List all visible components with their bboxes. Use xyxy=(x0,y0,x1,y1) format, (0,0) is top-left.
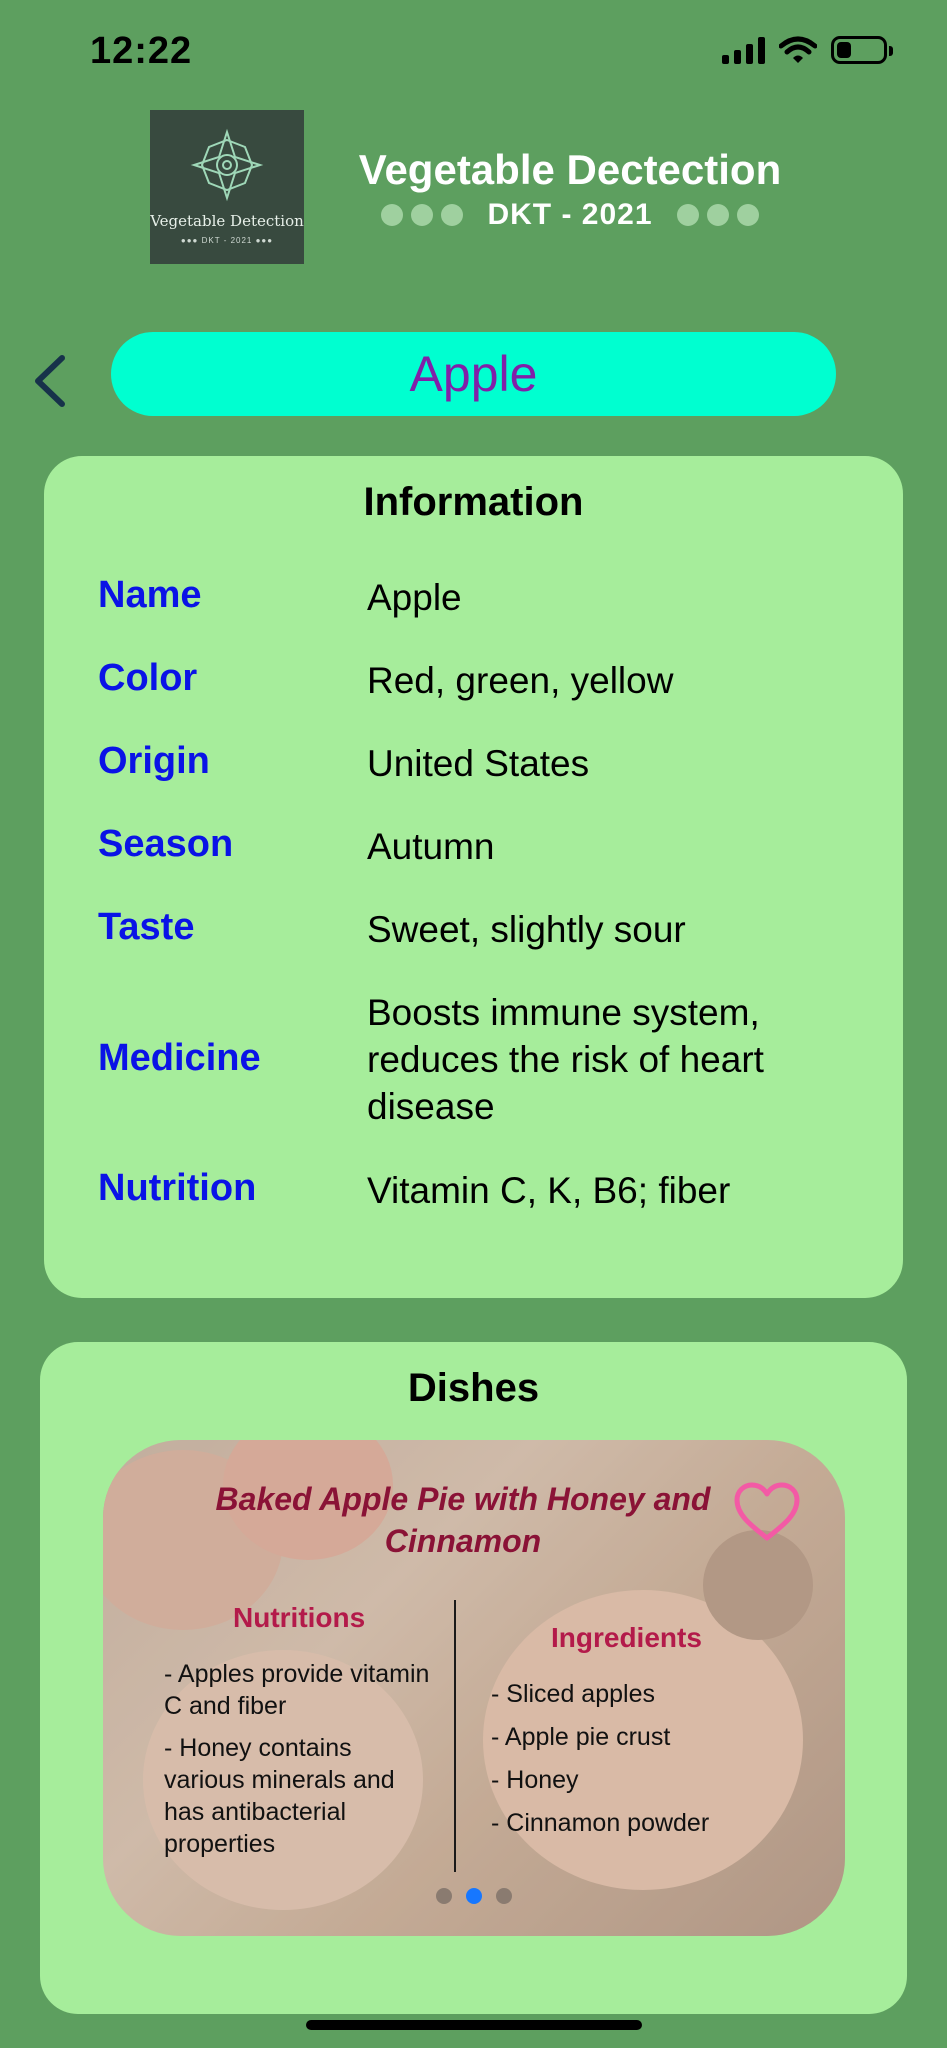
home-indicator[interactable] xyxy=(306,2020,642,2030)
info-value: Sweet, slightly sour xyxy=(367,909,686,950)
wifi-icon xyxy=(779,36,817,63)
ingredient-item: - Honey xyxy=(491,1766,579,1794)
info-label: Name xyxy=(98,574,202,616)
pager-dot-active[interactable] xyxy=(466,1888,482,1904)
info-value: United States xyxy=(367,743,590,784)
vegetable-name-pill: Apple xyxy=(111,332,836,416)
ingredient-item: - Sliced apples xyxy=(491,1680,655,1708)
decorative-dots-left xyxy=(381,204,464,226)
battery-icon xyxy=(831,36,893,64)
dishes-title: Dishes xyxy=(407,1366,540,1410)
heart-outline-icon xyxy=(734,1482,800,1541)
app-header: Vegetable Detection ●●● DKT - 2021 ●●● V… xyxy=(0,108,947,268)
info-value: Apple xyxy=(367,577,462,618)
status-bar: 12:22 xyxy=(0,0,947,104)
pager-dot[interactable] xyxy=(496,1888,512,1904)
info-value: Boosts immune system, reduces the risk o… xyxy=(367,992,764,1127)
mandala-logo-icon xyxy=(190,128,264,202)
chevron-left-icon xyxy=(35,355,65,407)
information-card: Information Name Apple Color Red, green,… xyxy=(44,456,903,1298)
column-divider xyxy=(454,1600,456,1872)
ingredients-heading: Ingredients xyxy=(551,1622,702,1653)
decorative-dots-right xyxy=(676,204,759,226)
pager-dot[interactable] xyxy=(436,1888,452,1904)
info-value: Vitamin C, K, B6; fiber xyxy=(367,1170,731,1211)
ingredient-item: - Apple pie crust xyxy=(491,1723,671,1751)
info-label: Medicine xyxy=(98,1037,261,1079)
app-subtitle-row: DKT - 2021 xyxy=(340,198,800,232)
info-label: Color xyxy=(98,657,198,699)
app-title: Vegetable Dectection xyxy=(358,146,782,193)
logo-subtitle: ●●● DKT - 2021 ●●● xyxy=(180,236,274,245)
logo-title: Vegetable Detection xyxy=(150,212,304,230)
app-logo: Vegetable Detection ●●● DKT - 2021 ●●● xyxy=(150,110,304,264)
info-value: Red, green, yellow xyxy=(367,660,674,701)
cellular-signal-icon xyxy=(722,36,765,64)
back-button[interactable] xyxy=(22,346,78,416)
ingredient-item: - Cinnamon powder xyxy=(491,1809,710,1837)
status-time: 12:22 xyxy=(90,30,193,72)
info-label: Nutrition xyxy=(98,1167,257,1209)
dishes-card: Dishes Baked Apple Pie with Honey and Ci… xyxy=(40,1342,907,2014)
nutrition-item: - Apples provide vitamin C and fiber xyxy=(164,1660,430,1720)
favorite-button[interactable] xyxy=(731,1480,803,1544)
information-title: Information xyxy=(363,480,584,524)
dish-carousel-slide[interactable]: Baked Apple Pie with Honey and Cinnamon … xyxy=(103,1440,845,1936)
status-icons xyxy=(722,36,893,64)
info-label: Origin xyxy=(98,740,210,782)
carousel-pager xyxy=(103,1888,845,1904)
info-label: Season xyxy=(98,823,234,865)
nutrition-item: - Honey contains various minerals and ha… xyxy=(164,1734,395,1858)
nutritions-heading: Nutritions xyxy=(233,1602,366,1633)
dish-name: Baked Apple Pie with Honey and Cinnamon xyxy=(215,1481,711,1559)
info-label: Taste xyxy=(98,906,195,948)
info-value: Autumn xyxy=(367,826,495,867)
app-subtitle: DKT - 2021 xyxy=(487,198,653,231)
